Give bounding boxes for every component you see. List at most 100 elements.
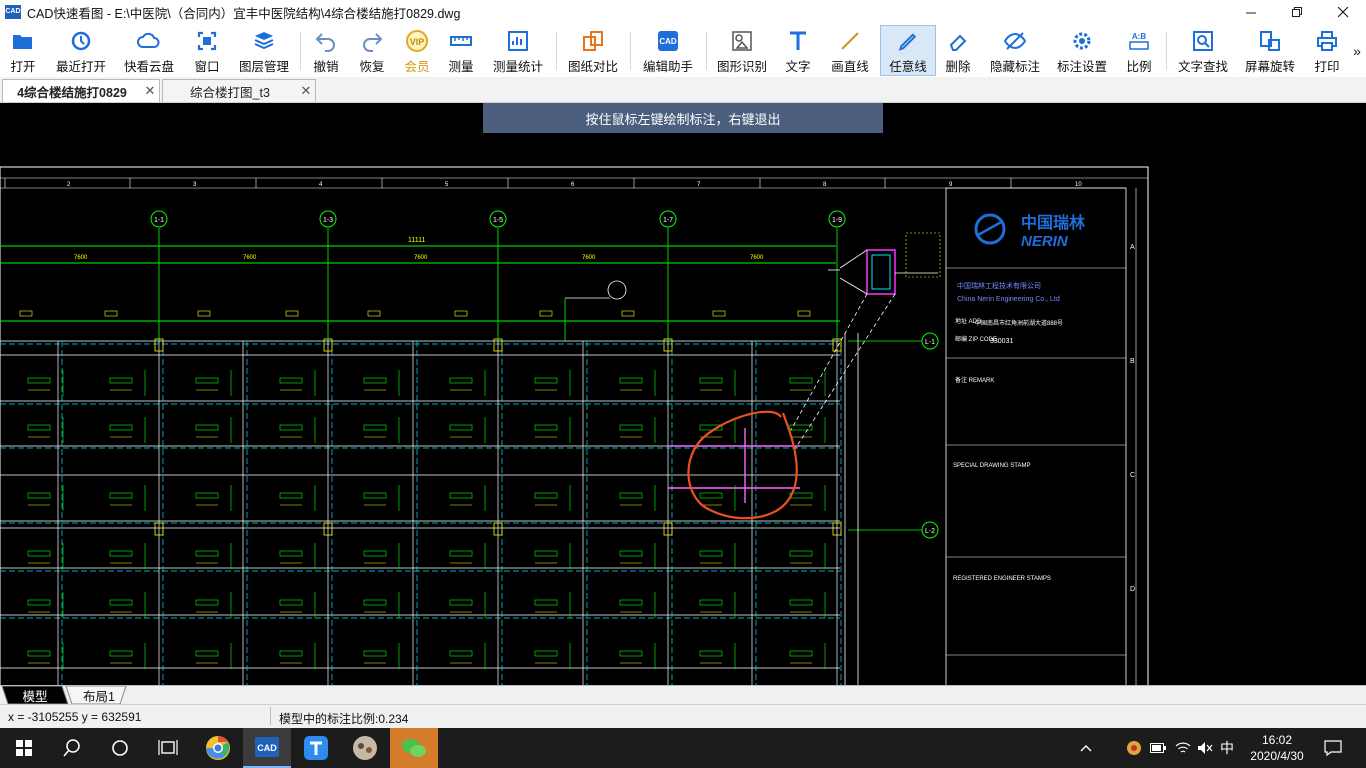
scale-icon: A:B: [1129, 32, 1149, 50]
erase-button[interactable]: 删除: [940, 25, 976, 76]
notifications-button[interactable]: [1316, 728, 1350, 768]
detail-leader: [839, 249, 868, 269]
dimension-mark: [712, 310, 726, 317]
beam-tag: [534, 550, 558, 557]
detail-column: [866, 249, 896, 295]
freehand-annotation[interactable]: [687, 410, 798, 520]
recent-button[interactable]: 最近打开: [50, 25, 112, 76]
measure-button[interactable]: 测量: [442, 25, 480, 76]
compare-button[interactable]: 图纸对比: [564, 25, 622, 76]
minimize-button[interactable]: [1228, 0, 1274, 24]
input-method-button[interactable]: 中: [1216, 728, 1238, 768]
taskbar-app-text[interactable]: [292, 728, 340, 768]
search-button[interactable]: [48, 728, 96, 768]
member-button[interactable]: VIP 会员: [398, 25, 436, 76]
redo-button[interactable]: 恢复: [352, 25, 392, 76]
search-icon: [63, 739, 80, 757]
beam-tag: [789, 599, 813, 606]
taskbar-app-cad[interactable]: CAD: [243, 728, 291, 768]
taskbar-app-wechat[interactable]: [390, 728, 438, 768]
start-button[interactable]: [0, 728, 48, 768]
hide-annot-label: 隐藏标注: [989, 60, 1040, 74]
edit-helper-button[interactable]: CAD 编辑助手: [638, 25, 698, 76]
volume-button[interactable]: [1194, 728, 1216, 768]
close-tab-icon[interactable]: ✕: [141, 83, 159, 99]
restore-button[interactable]: [1274, 0, 1320, 24]
tab-layout1[interactable]: 布局1: [72, 686, 126, 704]
scale-button[interactable]: A:B 比例: [1118, 25, 1160, 76]
svg-text:CAD: CAD: [257, 743, 277, 753]
ruler-number: 3: [193, 182, 197, 188]
beam-tag: [109, 650, 133, 657]
dimension-mark: [19, 310, 33, 317]
layers-button[interactable]: 图层管理: [234, 25, 294, 76]
layout-tabs: 模型 布局1: [0, 685, 1366, 705]
axis-bubble-label: 1-9: [832, 217, 842, 224]
game-app-icon: [353, 736, 377, 760]
print-label: 打印: [1314, 60, 1340, 74]
open-button[interactable]: 打开: [0, 25, 46, 76]
line-button[interactable]: 画直线: [826, 25, 874, 76]
task-view-icon: [158, 740, 178, 755]
layers-icon: [254, 32, 274, 50]
cad-app-icon: CAD: [255, 737, 279, 757]
close-tab-icon[interactable]: ✕: [297, 83, 315, 99]
taskbar-app-game[interactable]: [341, 728, 389, 768]
task-view-button[interactable]: [144, 728, 192, 768]
beam-tag: [534, 424, 558, 431]
drawing-canvas[interactable]: 2 3 4 5 6 7 8 9 10 1-1 1-3 1-5 1-7 1-9 L-1 L-2 11111 7…: [0, 103, 1366, 685]
volume-muted-icon: [1198, 742, 1213, 754]
tab-main-drawing[interactable]: 4综合楼结施打0829 ✕: [2, 79, 160, 102]
taskbar-app-browser[interactable]: [194, 728, 242, 768]
pencil-icon: [898, 33, 917, 51]
eraser-icon: [949, 34, 967, 51]
freehand-label: 任意线: [889, 60, 927, 74]
detail-leader: [839, 277, 868, 295]
company-full-cn: 中国瑞林工程技术有限公司: [957, 281, 1041, 290]
tab-model[interactable]: 模型: [8, 686, 62, 704]
shape-recognize-button[interactable]: 图形识别: [712, 25, 772, 76]
company-name-cn: 中国瑞林: [1021, 213, 1085, 232]
hide-annot-button[interactable]: 隐藏标注: [984, 25, 1046, 76]
beam-tag: [195, 492, 219, 499]
chevron-up-icon: [1080, 745, 1092, 752]
measure-stats-button[interactable]: 测量统计: [488, 25, 548, 76]
rotate-button[interactable]: 屏幕旋转: [1240, 25, 1300, 76]
close-button[interactable]: [1320, 0, 1366, 24]
clock-button[interactable]: 16:02 2020/4/30: [1240, 728, 1314, 768]
tray-app-icon[interactable]: [1124, 728, 1144, 768]
svg-text:A:B: A:B: [1132, 32, 1146, 41]
cloud-button[interactable]: 快看云盘: [120, 25, 178, 76]
freehand-button[interactable]: 任意线: [880, 25, 936, 76]
beam-tag: [534, 492, 558, 499]
annot-settings-button[interactable]: 标注设置: [1052, 25, 1112, 76]
text-label: 文字: [785, 60, 811, 74]
window-button[interactable]: 窗口: [186, 25, 228, 76]
beam-tag: [279, 424, 303, 431]
dimension-mark: [104, 310, 118, 317]
print-button[interactable]: 打印: [1306, 25, 1348, 76]
beam-labels: [27, 370, 826, 669]
text-button[interactable]: 文字: [778, 25, 818, 76]
show-hidden-icons-button[interactable]: [1074, 728, 1098, 768]
tab-second-drawing[interactable]: 综合楼打图_t3 ✕: [162, 79, 316, 102]
text-find-button[interactable]: 文字查找: [1172, 25, 1234, 76]
undo-button[interactable]: 撤销: [306, 25, 346, 76]
network-button[interactable]: [1172, 728, 1194, 768]
line-label: 画直线: [831, 60, 869, 74]
beam-tag: [27, 377, 51, 384]
redo-icon: [363, 33, 383, 52]
beam-tag: [363, 377, 387, 384]
dimension-mark: [367, 310, 381, 317]
beam-tag: [619, 424, 643, 431]
beam-tag: [27, 492, 51, 499]
cortana-button[interactable]: [96, 728, 144, 768]
more-tools-button[interactable]: »: [1350, 25, 1364, 76]
line-icon: [841, 32, 859, 50]
beam-tag: [363, 550, 387, 557]
document-tabs: 4综合楼结施打0829 ✕ 综合楼打图_t3 ✕: [0, 77, 1366, 103]
ruler-number: 4: [319, 182, 323, 188]
beam-tag: [789, 377, 813, 384]
battery-button[interactable]: [1148, 728, 1168, 768]
beam-tag: [363, 492, 387, 499]
